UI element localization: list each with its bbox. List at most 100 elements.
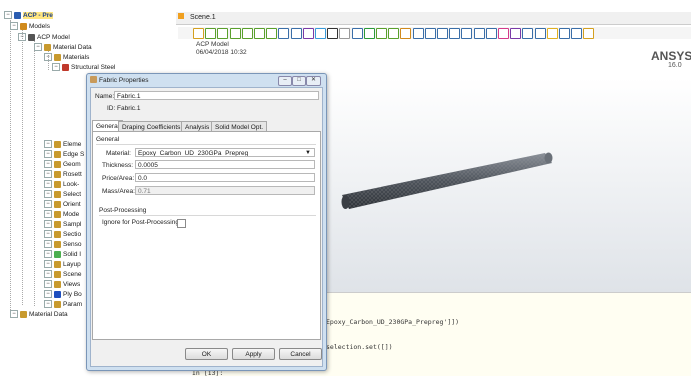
thickness-input[interactable]: 0.0005: [135, 160, 315, 169]
tree-item[interactable]: − Geom: [44, 160, 81, 170]
tree-item[interactable]: − Look-: [44, 180, 79, 190]
expand-toggle-icon[interactable]: −: [18, 33, 26, 42]
tree-item[interactable]: − Mode: [44, 210, 79, 220]
expand-toggle-icon[interactable]: −: [44, 150, 52, 159]
maximize-button[interactable]: □: [292, 76, 306, 86]
expand-toggle-icon[interactable]: −: [44, 190, 52, 199]
toolbar-button-icon[interactable]: [193, 28, 204, 39]
name-input[interactable]: Fabric.1: [114, 91, 319, 100]
toolbar-button-icon[interactable]: [522, 28, 534, 39]
tree-item[interactable]: − Layup: [44, 260, 81, 270]
tube-model[interactable]: [330, 150, 560, 215]
toolbar-button-icon[interactable]: [461, 28, 473, 39]
toolbar-button-icon[interactable]: [327, 28, 339, 39]
tree-item[interactable]: − Scene: [44, 270, 81, 280]
toolbar-button-icon[interactable]: [290, 28, 302, 39]
tree-item[interactable]: − ACP Model: [18, 33, 70, 43]
tree-item[interactable]: − Views: [44, 280, 80, 290]
tree-item[interactable]: − Edge S: [44, 150, 84, 160]
material-select[interactable]: Epoxy_Carbon_UD_230GPa_Prepreg ▼: [135, 148, 315, 157]
minimize-button[interactable]: ‒: [278, 76, 292, 86]
tree-item[interactable]: − Orient: [44, 200, 81, 210]
post-processing-group-title: Post-Processing: [99, 207, 147, 214]
toolbar-button-icon[interactable]: [205, 28, 217, 39]
expand-toggle-icon[interactable]: −: [10, 22, 18, 31]
tree-item[interactable]: − Structural Steel: [52, 63, 115, 73]
expand-toggle-icon[interactable]: −: [44, 200, 52, 209]
toolbar-button-icon[interactable]: [388, 28, 400, 39]
tree-item[interactable]: − Sectio: [44, 230, 81, 240]
cancel-button[interactable]: Cancel: [279, 348, 322, 360]
expand-toggle-icon[interactable]: −: [44, 300, 52, 309]
tree-item-label: Sectio: [63, 231, 82, 238]
material-data-root-icon: [20, 310, 27, 318]
tree-item[interactable]: − Materials: [44, 53, 89, 63]
apply-button[interactable]: Apply: [232, 348, 275, 360]
toolbar-button-icon[interactable]: [302, 28, 314, 39]
expand-toggle-icon[interactable]: −: [44, 53, 52, 62]
toolbar-button-icon[interactable]: [559, 28, 570, 39]
toolbar-button-icon[interactable]: [266, 28, 278, 39]
tree-item[interactable]: − Senso: [44, 240, 81, 250]
tab-scene-1[interactable]: Scene.1: [190, 14, 216, 21]
expand-toggle-icon[interactable]: −: [44, 240, 52, 249]
toolbar-button-icon[interactable]: [376, 28, 387, 39]
price-area-input[interactable]: 0.0: [135, 173, 315, 182]
toolbar-button-icon[interactable]: [278, 28, 290, 39]
toolbar-button-icon[interactable]: [254, 28, 265, 39]
ok-button[interactable]: OK: [185, 348, 228, 360]
expand-toggle-icon[interactable]: −: [44, 250, 52, 259]
expand-toggle-icon[interactable]: −: [44, 140, 52, 149]
tree-item[interactable]: − Solid I: [44, 250, 81, 260]
toolbar-button-icon[interactable]: [583, 28, 595, 39]
expand-toggle-icon[interactable]: −: [44, 280, 52, 289]
tree-item[interactable]: − Models: [10, 22, 50, 32]
toolbar-button-icon[interactable]: [485, 28, 497, 39]
tree-item-label: Views: [63, 281, 81, 288]
toolbar-button-icon[interactable]: [241, 28, 253, 39]
tree-item[interactable]: − ACP - Pre: [4, 11, 53, 21]
expand-toggle-icon[interactable]: −: [44, 210, 52, 219]
toolbar-button-icon[interactable]: [546, 28, 558, 39]
toolbar-button-icon[interactable]: [498, 28, 509, 39]
expand-toggle-icon[interactable]: −: [44, 290, 52, 299]
tree-item[interactable]: − Eleme: [44, 140, 81, 150]
toolbar-button-icon[interactable]: [400, 28, 412, 39]
toolbar-button-icon[interactable]: [229, 28, 241, 39]
toolbar-button-icon[interactable]: [315, 28, 326, 39]
tree-item[interactable]: − Ply Bo: [44, 290, 82, 300]
expand-toggle-icon[interactable]: −: [44, 180, 52, 189]
toolbar-button-icon[interactable]: [217, 28, 229, 39]
expand-toggle-icon[interactable]: −: [52, 63, 60, 72]
expand-toggle-icon[interactable]: −: [44, 260, 52, 269]
toolbar-button-icon[interactable]: [510, 28, 522, 39]
toolbar-button-icon[interactable]: [437, 28, 448, 39]
tree-item[interactable]: − Material Data: [10, 310, 68, 320]
expand-toggle-icon[interactable]: −: [44, 170, 52, 179]
toolbar-button-icon[interactable]: [351, 28, 363, 39]
tree-item[interactable]: − Material Data: [34, 43, 92, 53]
expand-toggle-icon[interactable]: −: [44, 230, 52, 239]
expand-toggle-icon[interactable]: −: [4, 11, 12, 20]
toolbar-button-icon[interactable]: [363, 28, 375, 39]
scene-tab-bar: [176, 12, 691, 25]
expand-toggle-icon[interactable]: −: [44, 270, 52, 279]
toolbar-button-icon[interactable]: [339, 28, 351, 39]
tree-item[interactable]: − Rosett: [44, 170, 82, 180]
toolbar-button-icon[interactable]: [534, 28, 546, 39]
toolbar-button-icon[interactable]: [449, 28, 461, 39]
expand-toggle-icon[interactable]: −: [34, 43, 42, 52]
toolbar-button-icon[interactable]: [424, 28, 436, 39]
toolbar-button-icon[interactable]: [473, 28, 485, 39]
tree-item[interactable]: − Sampl: [44, 220, 81, 230]
ignore-post-processing-checkbox[interactable]: [177, 219, 186, 228]
tree-item[interactable]: − Param: [44, 300, 82, 310]
toolbar-button-icon[interactable]: [412, 28, 424, 39]
toolbar-button-icon[interactable]: [571, 28, 583, 39]
tree-guide-line: [34, 40, 35, 306]
expand-toggle-icon[interactable]: −: [44, 220, 52, 229]
tree-item[interactable]: − Select: [44, 190, 81, 200]
close-button[interactable]: ✕: [306, 76, 321, 86]
expand-toggle-icon[interactable]: −: [10, 310, 18, 319]
expand-toggle-icon[interactable]: −: [44, 160, 52, 169]
